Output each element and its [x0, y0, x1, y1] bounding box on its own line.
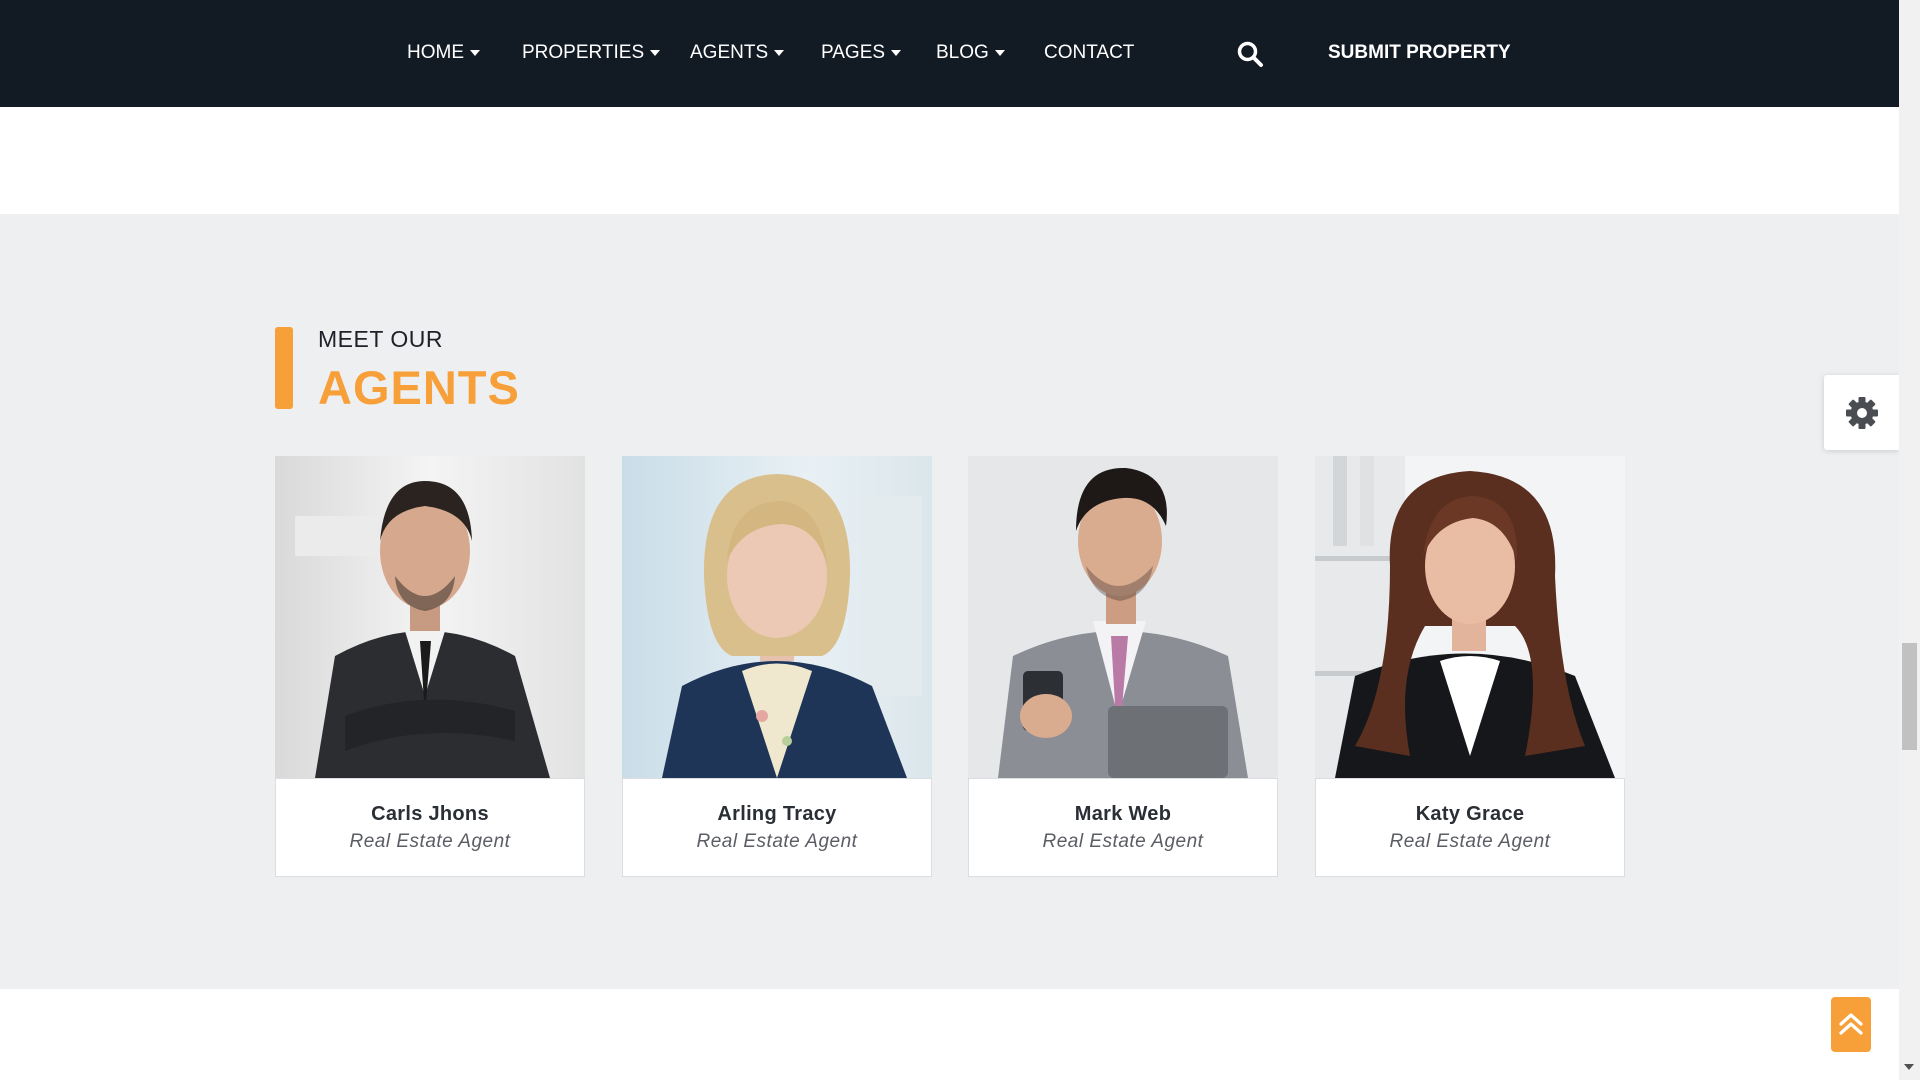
back-to-top-button[interactable]: [1831, 997, 1871, 1052]
scrollbar-thumb[interactable]: [1902, 643, 1917, 750]
submit-property-link[interactable]: SUBMIT PROPERTY: [1328, 42, 1511, 64]
scroll-down-arrow-icon[interactable]: [1904, 1064, 1914, 1070]
nav-item-properties[interactable]: PROPERTIES: [522, 42, 661, 64]
agent-role: Real Estate Agent: [696, 831, 858, 852]
section-subtitle: MEET OUR: [318, 326, 443, 352]
nav-item-label: CONTACT: [1044, 42, 1135, 63]
nav-item-pages[interactable]: PAGES: [821, 42, 902, 64]
vertical-scrollbar[interactable]: [1899, 0, 1920, 1080]
agent-role: Real Estate Agent: [1389, 831, 1551, 852]
search-icon[interactable]: [1236, 40, 1264, 68]
heading-accent-bar: [275, 327, 293, 409]
double-chevron-up-icon: [1839, 1013, 1863, 1035]
caret-down-icon: [774, 50, 785, 56]
nav-item-label: PROPERTIES: [522, 42, 645, 63]
agent-card[interactable]: Mark Web Real Estate Agent: [968, 456, 1278, 877]
nav-item-home[interactable]: HOME: [407, 42, 480, 64]
agent-name[interactable]: Carls Jhons: [276, 803, 584, 826]
agent-photo[interactable]: [622, 456, 932, 778]
agent-info: Katy Grace Real Estate Agent: [1315, 778, 1625, 877]
caret-down-icon: [470, 50, 480, 56]
section-title: AGENTS: [318, 361, 520, 414]
agent-role: Real Estate Agent: [1042, 831, 1204, 852]
nav-item-label: PAGES: [821, 42, 886, 63]
nav-item-blog[interactable]: BLOG: [936, 42, 1005, 64]
nav-item-label: HOME: [407, 42, 464, 63]
agent-photo[interactable]: [275, 456, 585, 778]
nav-item-agents[interactable]: AGENTS: [690, 42, 785, 64]
settings-button[interactable]: [1824, 375, 1899, 450]
nav-item-contact[interactable]: CONTACT: [1044, 42, 1134, 64]
caret-down-icon: [994, 50, 1005, 56]
agent-info: Mark Web Real Estate Agent: [968, 778, 1278, 877]
agents-section: MEET OUR AGENTS Carls Jhons Real Estate …: [0, 214, 1899, 989]
agent-card[interactable]: Arling Tracy Real Estate Agent: [622, 456, 932, 877]
agent-info: Arling Tracy Real Estate Agent: [622, 778, 932, 877]
caret-down-icon: [891, 50, 902, 56]
agent-name[interactable]: Katy Grace: [1316, 803, 1624, 826]
agent-role: Real Estate Agent: [349, 831, 511, 852]
caret-down-icon: [650, 50, 661, 56]
agent-card[interactable]: Katy Grace Real Estate Agent: [1315, 456, 1625, 877]
agent-card[interactable]: Carls Jhons Real Estate Agent: [275, 456, 585, 877]
gear-icon: [1846, 397, 1878, 429]
nav-item-label: AGENTS: [690, 42, 769, 63]
agent-name[interactable]: Arling Tracy: [623, 803, 931, 826]
top-navbar: HOME PROPERTIES AGENTS PAGES BLOG CONTAC…: [0, 0, 1899, 107]
agent-photo[interactable]: [968, 456, 1278, 778]
agent-name[interactable]: Mark Web: [969, 803, 1277, 826]
agent-info: Carls Jhons Real Estate Agent: [275, 778, 585, 877]
nav-item-label: BLOG: [936, 42, 989, 63]
page: HOME PROPERTIES AGENTS PAGES BLOG CONTAC…: [0, 0, 1920, 1080]
agent-photo[interactable]: [1315, 456, 1625, 778]
